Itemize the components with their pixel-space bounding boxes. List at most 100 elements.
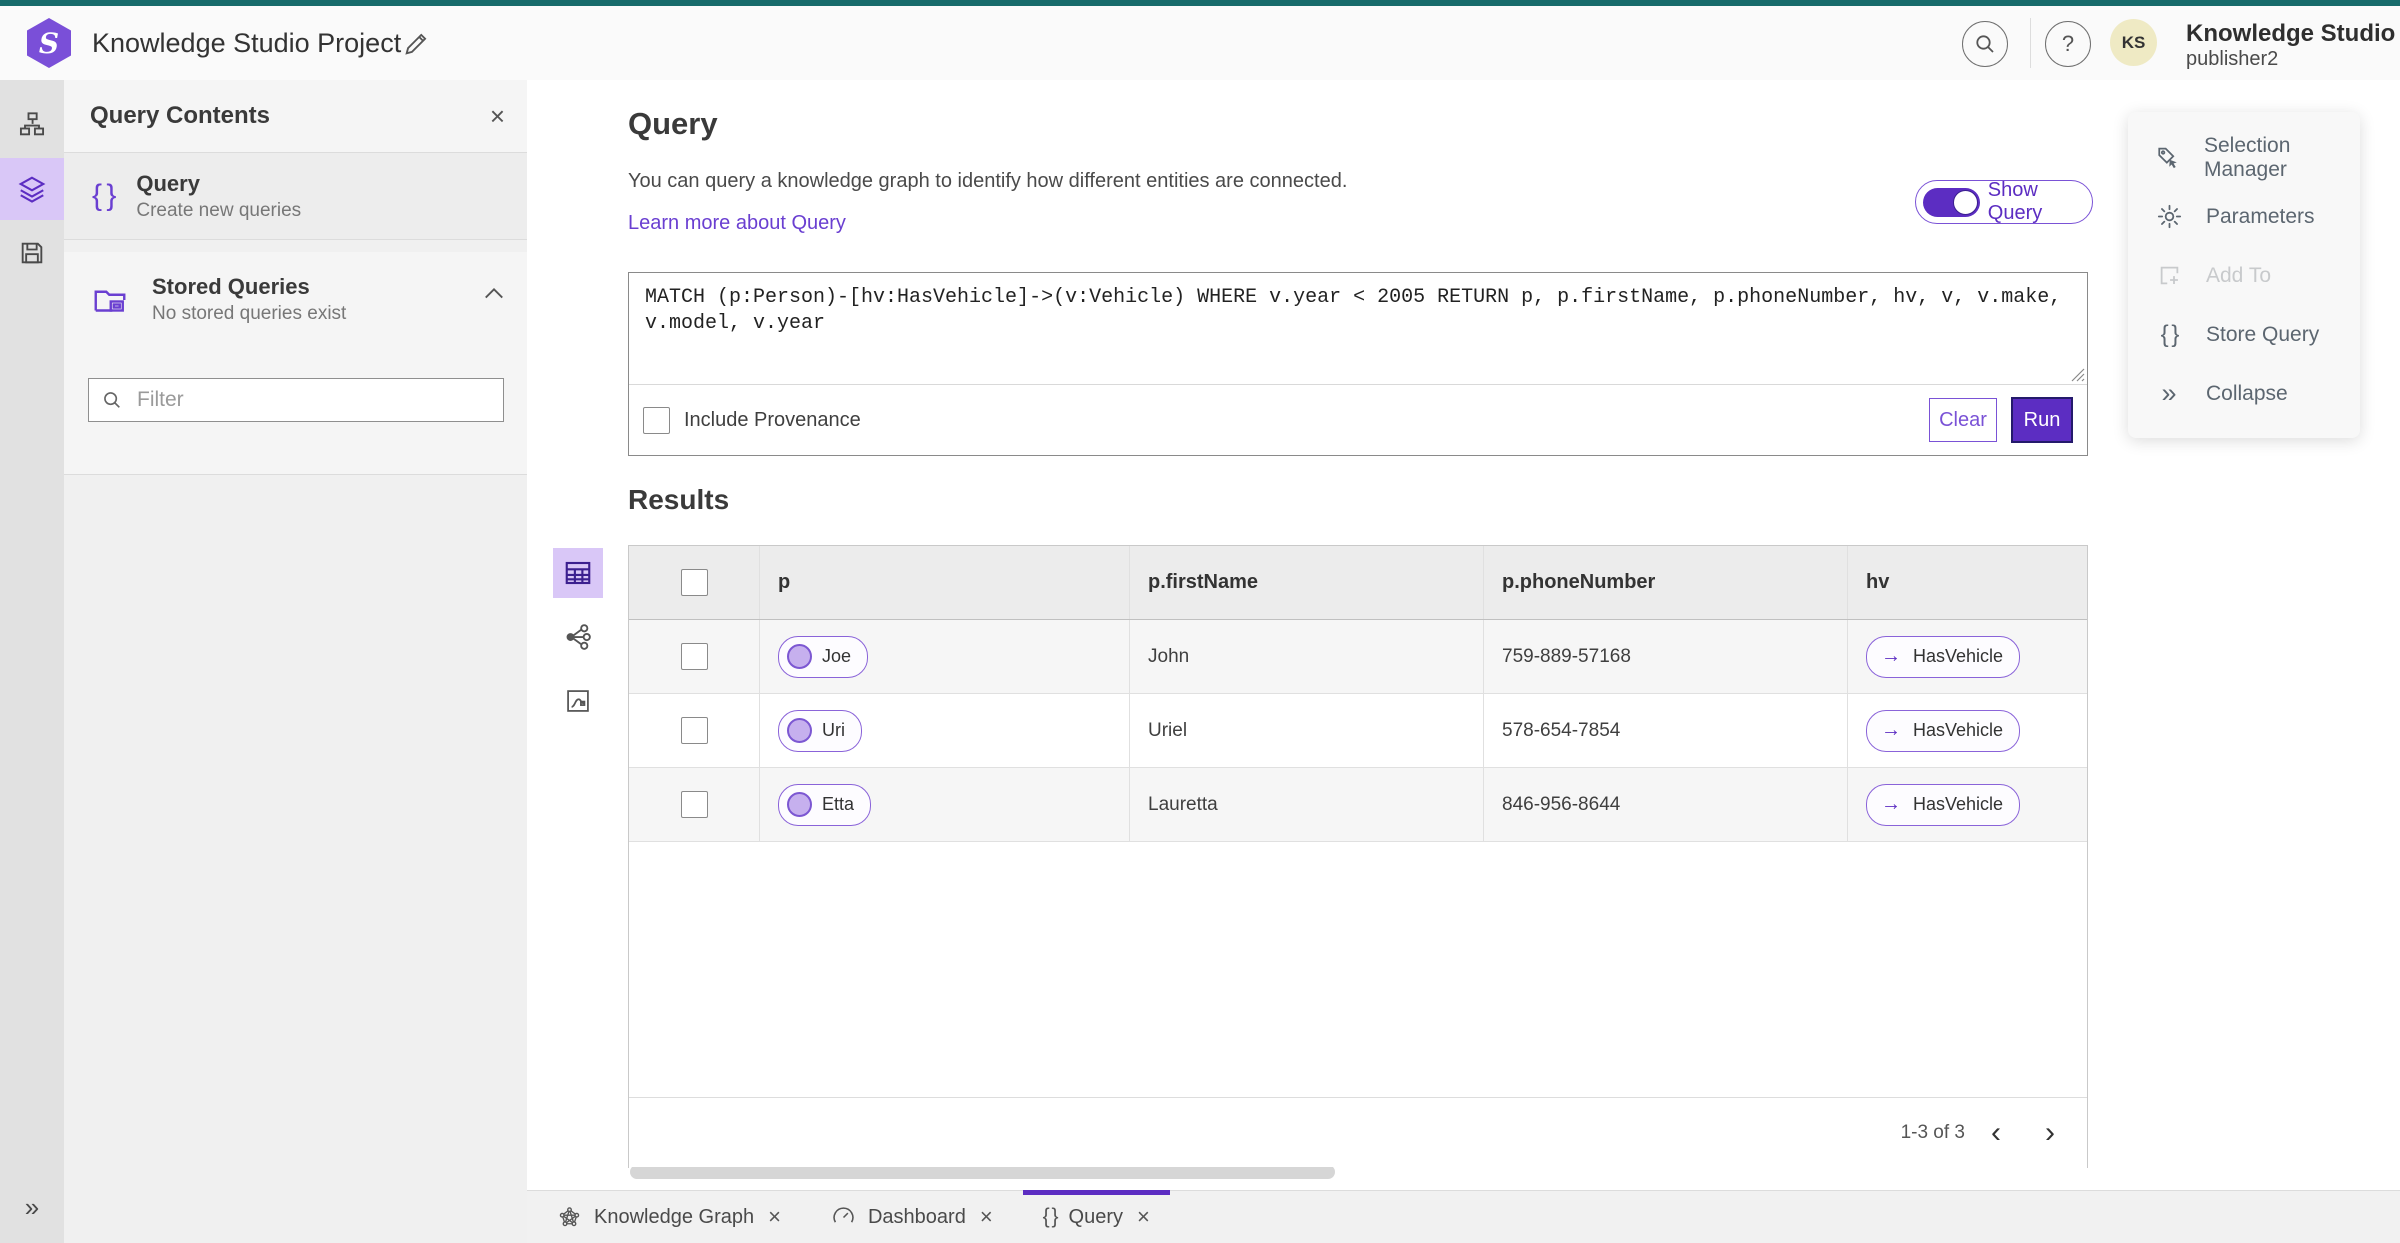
- toggle-switch[interactable]: [1923, 187, 1980, 217]
- bottom-tab-bar: Knowledge Graph × Dashboard × { } Query …: [527, 1190, 2400, 1243]
- query-contents-panel: Query Contents × { } Query Create new qu…: [64, 80, 528, 1243]
- close-icon[interactable]: ×: [768, 1204, 781, 1230]
- selection-manager-item[interactable]: Selection Manager: [2128, 128, 2360, 187]
- select-all-checkbox[interactable]: [680, 569, 708, 596]
- help-button[interactable]: ?: [2045, 21, 2091, 67]
- user-avatar[interactable]: KS: [2110, 19, 2157, 66]
- query-item[interactable]: { } Query Create new queries: [64, 153, 527, 240]
- stored-queries-text: Stored Queries No stored queries exist: [152, 274, 346, 325]
- column-header-p[interactable]: p: [759, 546, 1129, 619]
- row-checkbox-cell: [629, 620, 759, 693]
- edit-title-pencil-icon[interactable]: [402, 30, 430, 58]
- global-search-button[interactable]: [1962, 21, 2008, 67]
- node-chip[interactable]: Uri: [778, 709, 862, 752]
- page-description: You can query a knowledge graph to ident…: [628, 170, 1348, 192]
- store-query-label: Store Query: [2206, 322, 2320, 346]
- chevron-left-icon: ‹: [1991, 1115, 2001, 1149]
- node-cell: Joe: [759, 620, 1129, 693]
- parameters-item[interactable]: Parameters: [2128, 187, 2360, 246]
- edge-chip[interactable]: → HasVehicle: [1866, 635, 2021, 678]
- table-view-button[interactable]: [553, 548, 603, 598]
- edge-chip[interactable]: → HasVehicle: [1866, 709, 2021, 752]
- node-chip[interactable]: Joe: [778, 635, 869, 678]
- run-button[interactable]: Run: [2011, 397, 2073, 443]
- table-row[interactable]: Etta Lauretta 846-956-8644 → HasVehicle: [629, 768, 2087, 842]
- firstname-cell: Lauretta: [1129, 768, 1483, 841]
- braces-icon: { }: [92, 179, 116, 212]
- row-checkbox[interactable]: [680, 643, 708, 670]
- rail-schema-button[interactable]: [0, 94, 64, 156]
- row-checkbox-cell: [629, 694, 759, 767]
- row-checkbox-cell: [629, 768, 759, 841]
- arrow-right-icon: →: [1881, 719, 1901, 741]
- page-title: Query: [628, 106, 718, 141]
- dashboard-gauge-icon: [831, 1205, 856, 1230]
- column-header-firstname[interactable]: p.firstName: [1129, 546, 1483, 619]
- filter-input[interactable]: [135, 387, 479, 413]
- add-to-icon: [2154, 261, 2184, 291]
- close-icon[interactable]: ×: [980, 1204, 993, 1230]
- chart-view-button[interactable]: [553, 676, 603, 726]
- column-header-hv[interactable]: hv: [1847, 546, 2087, 619]
- table-row[interactable]: Joe John 759-889-57168 → HasVehicle: [629, 620, 2087, 694]
- phone-cell: 846-956-8644: [1483, 768, 1847, 841]
- rail-expand-button[interactable]: »: [0, 1185, 64, 1229]
- user-info: Knowledge Studio publisher2: [2186, 20, 2395, 71]
- include-provenance-checkbox[interactable]: [643, 406, 670, 434]
- graph-view-button[interactable]: [553, 612, 603, 662]
- collapse-label: Collapse: [2206, 381, 2288, 405]
- edge-cell: → HasVehicle: [1847, 620, 2087, 693]
- table-header-row: p p.firstName p.phoneNumber hv: [629, 546, 2087, 620]
- tab-knowledge-graph[interactable]: Knowledge Graph ×: [537, 1191, 801, 1243]
- add-to-label: Add To: [2206, 263, 2271, 287]
- table-footer: 1-3 of 3 ‹ ›: [629, 1097, 2087, 1167]
- node-chip[interactable]: Etta: [778, 783, 872, 826]
- resize-handle[interactable]: [2071, 368, 2085, 382]
- column-header-phonenumber[interactable]: p.phoneNumber: [1483, 546, 1847, 619]
- rail-queries-button[interactable]: [0, 158, 64, 220]
- tab-dashboard[interactable]: Dashboard ×: [811, 1191, 1013, 1243]
- previous-page-button[interactable]: ‹: [1973, 1110, 2019, 1156]
- edge-chip-label: HasVehicle: [1913, 720, 2004, 740]
- stored-queries-filter[interactable]: [88, 378, 504, 422]
- include-provenance-label: Include Provenance: [684, 408, 861, 431]
- pagination-range: 1-3 of 3: [1900, 1121, 1965, 1143]
- knowledge-graph-icon: [557, 1205, 582, 1230]
- close-icon[interactable]: ×: [1137, 1204, 1150, 1230]
- node-cell: Etta: [759, 768, 1129, 841]
- query-textarea[interactable]: MATCH (p:Person)-[hv:HasVehicle]->(v:Veh…: [629, 273, 2087, 385]
- left-icon-rail: »: [0, 80, 64, 1243]
- node-dot-icon: [787, 644, 812, 669]
- double-chevron-right-icon: »: [2161, 378, 2177, 408]
- edge-chip-label: HasVehicle: [1913, 794, 2004, 814]
- chevron-up-icon[interactable]: [483, 286, 505, 300]
- learn-more-link[interactable]: Learn more about Query: [628, 212, 846, 235]
- question-mark-icon: ?: [2061, 31, 2075, 56]
- query-controls: Include Provenance Clear Run: [629, 385, 2087, 455]
- tab-query[interactable]: { } Query ×: [1022, 1190, 1171, 1243]
- store-query-item[interactable]: { } Store Query: [2128, 305, 2360, 364]
- scrollbar-thumb[interactable]: [630, 1165, 1335, 1179]
- tab-label: Query: [1068, 1205, 1124, 1228]
- show-query-toggle[interactable]: Show Query: [1915, 179, 2093, 224]
- edge-chip-label: HasVehicle: [1913, 646, 2004, 666]
- collapse-item[interactable]: » Collapse: [2128, 364, 2360, 423]
- rail-save-button[interactable]: [0, 222, 64, 284]
- query-item-title: Query: [136, 170, 200, 196]
- stored-queries-subtitle: No stored queries exist: [152, 303, 347, 324]
- next-page-button[interactable]: ›: [2027, 1110, 2073, 1156]
- header-checkbox-cell: [629, 546, 759, 619]
- panel-close-button[interactable]: ×: [490, 80, 505, 152]
- table-row[interactable]: Uri Uriel 578-654-7854 → HasVehicle: [629, 694, 2087, 768]
- svg-text:S: S: [39, 27, 59, 60]
- arrow-right-icon: →: [1881, 645, 1901, 667]
- node-cell: Uri: [759, 694, 1129, 767]
- row-checkbox[interactable]: [680, 791, 708, 818]
- search-icon: [104, 392, 120, 408]
- stored-queries-header[interactable]: Stored Queries No stored queries exist: [64, 274, 527, 325]
- edge-chip[interactable]: → HasVehicle: [1866, 783, 2021, 826]
- query-item-subtitle: Create new queries: [136, 199, 302, 221]
- network-icon: [566, 624, 591, 650]
- clear-button[interactable]: Clear: [1929, 398, 1997, 442]
- row-checkbox[interactable]: [680, 717, 708, 744]
